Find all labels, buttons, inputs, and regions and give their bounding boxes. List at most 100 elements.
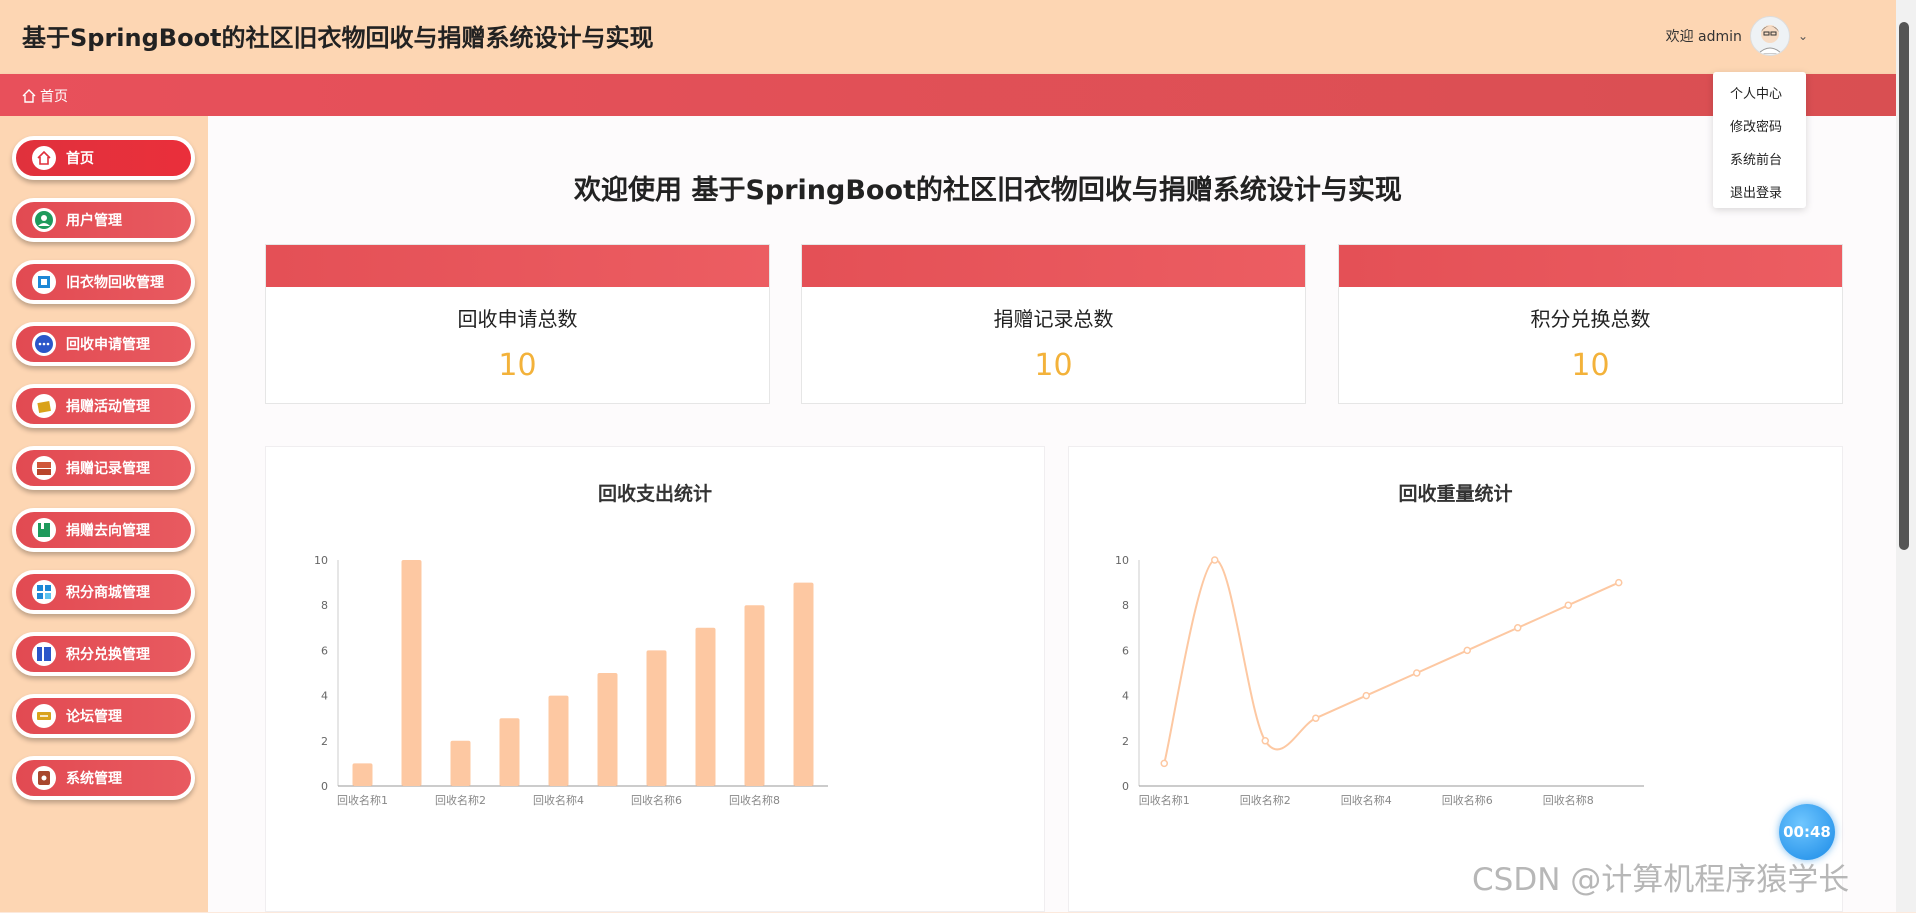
line-point xyxy=(1261,737,1269,745)
stat-label: 回收申请总数 xyxy=(457,307,578,331)
line-point xyxy=(1312,714,1320,722)
sidebar-item-home[interactable]: 首页 xyxy=(12,136,195,180)
sidebar-item-forum[interactable]: 论坛管理 xyxy=(12,694,195,738)
user-dropdown-menu: 个人中心 修改密码 系统前台 退出登录 xyxy=(1713,72,1806,208)
sidebar-item-users[interactable]: 用户管理 xyxy=(12,198,195,242)
sidebar-item-donation-destination[interactable]: 捐赠去向管理 xyxy=(12,508,195,552)
y-tick-label: 0 xyxy=(321,780,328,793)
bar-mark xyxy=(499,718,520,786)
series-line xyxy=(1163,559,1620,764)
grid-icon xyxy=(32,580,56,604)
sidebar-item-donation-record[interactable]: 捐赠记录管理 xyxy=(12,446,195,490)
gift-icon xyxy=(32,394,56,418)
y-tick-label: 4 xyxy=(1122,690,1129,703)
top-header: 基于SpringBoot的社区旧衣物回收与捐赠系统设计与实现 欢迎 admin … xyxy=(0,0,1896,74)
stat-value: 10 xyxy=(1034,348,1073,383)
book-icon xyxy=(32,518,56,542)
line-point xyxy=(1211,556,1219,564)
stat-value: 10 xyxy=(1571,348,1610,383)
y-tick-label: 0 xyxy=(1122,780,1129,793)
sidebar-item-label: 首页 xyxy=(66,151,94,167)
menu-item-logout[interactable]: 退出登录 xyxy=(1713,179,1806,212)
sidebar-item-label: 用户管理 xyxy=(66,213,122,229)
home-icon xyxy=(22,89,36,103)
sidebar-item-points-mall[interactable]: 积分商城管理 xyxy=(12,570,195,614)
more-icon xyxy=(32,332,56,356)
ticket-icon xyxy=(32,704,56,728)
bar-mark xyxy=(450,740,471,786)
sidebar-item-points-exchange[interactable]: 积分兑换管理 xyxy=(12,632,195,676)
bar-mark xyxy=(646,650,667,786)
line-point xyxy=(1413,669,1421,677)
stat-card-header xyxy=(1339,245,1842,287)
sidebar-item-label: 捐赠去向管理 xyxy=(66,523,150,539)
stat-card-header xyxy=(802,245,1305,287)
timer-badge[interactable]: 00:48 xyxy=(1779,804,1835,860)
line-point xyxy=(1463,646,1471,655)
sidebar-item-label: 论坛管理 xyxy=(66,709,122,725)
watermark: CSDN @计算机程序猿学长 xyxy=(1472,862,1850,898)
menu-item-frontend[interactable]: 系统前台 xyxy=(1713,146,1806,179)
bar-chart: 0 2 4 6 8 10 回收名称1 回收名称2 回收名称4 回收名称6 回收名称8 xyxy=(314,554,828,807)
bar-mark xyxy=(744,605,765,786)
x-tick-label: 回收名称1 xyxy=(337,793,388,807)
stat-card-recycle-apply: 回收申请总数 10 xyxy=(265,244,770,404)
bar-mark xyxy=(793,582,814,786)
sidebar-item-label: 旧衣物回收管理 xyxy=(66,275,164,291)
sidebar-item-clothes-recycle[interactable]: 旧衣物回收管理 xyxy=(12,260,195,304)
menu-item-profile[interactable]: 个人中心 xyxy=(1713,80,1806,113)
page-title: 欢迎使用 基于SpringBoot的社区旧衣物回收与捐赠系统设计与实现 xyxy=(574,175,1402,206)
line-point xyxy=(1362,691,1370,700)
menu-item-change-password[interactable]: 修改密码 xyxy=(1713,113,1806,146)
x-tick-label: 回收名称8 xyxy=(1543,793,1594,807)
x-tick-label: 回收名称6 xyxy=(631,793,682,807)
sidebar-item-label: 回收申请管理 xyxy=(66,337,150,353)
sidebar-item-label: 捐赠活动管理 xyxy=(66,399,150,415)
sidebar-item-label: 捐赠记录管理 xyxy=(66,461,150,477)
y-tick-label: 6 xyxy=(321,644,328,657)
sidebar-item-label: 系统管理 xyxy=(66,771,122,787)
stat-card-points-exchange: 积分兑换总数 10 xyxy=(1338,244,1843,404)
welcome-text: 欢迎 admin xyxy=(1665,29,1742,45)
user-menu-trigger[interactable]: 欢迎 admin ⌄ xyxy=(1666,16,1808,56)
sidebar-item-label: 积分商城管理 xyxy=(66,585,150,601)
x-tick-label: 回收名称1 xyxy=(1139,793,1190,807)
y-tick-label: 2 xyxy=(1122,735,1129,748)
user-icon xyxy=(32,208,56,232)
y-tick-label: 10 xyxy=(314,554,328,567)
sidebar-item-label: 积分兑换管理 xyxy=(66,647,150,663)
archive-icon xyxy=(32,456,56,480)
line-point xyxy=(1615,578,1623,587)
sidebar: 首页 用户管理 旧衣物回收管理 回收申请管理 捐赠活动管理 捐赠记录管理 捐赠去… xyxy=(0,116,208,912)
y-tick-label: 6 xyxy=(1122,644,1129,657)
chevron-down-icon[interactable]: ⌄ xyxy=(1798,29,1808,43)
line-point xyxy=(1564,601,1572,609)
sidebar-item-system[interactable]: 系统管理 xyxy=(12,756,195,800)
line-point xyxy=(1514,624,1522,632)
line-chart: 0 2 4 6 8 10 回收名称1 回收名称2 回收名称4 回收名称6 回收名称8 xyxy=(1115,554,1644,807)
stat-card-header xyxy=(266,245,769,287)
y-tick-label: 4 xyxy=(321,690,328,703)
x-tick-label: 回收名称2 xyxy=(435,793,486,807)
chip-icon xyxy=(32,270,56,294)
x-tick-label: 回收名称4 xyxy=(533,793,584,807)
avatar[interactable] xyxy=(1749,16,1790,56)
chart-panel-expense: 回收支出统计 0 2 4 6 8 10 回收名称1 回收名称2 回收名称4 回收名称6 回收名称8 xyxy=(265,446,1045,912)
bar-mark xyxy=(352,763,373,786)
x-tick-label: 回收名称6 xyxy=(1442,793,1493,807)
stat-label: 捐赠记录总数 xyxy=(993,307,1114,331)
stat-card-donation-record: 捐赠记录总数 10 xyxy=(801,244,1306,404)
breadcrumb-bar: 首页 xyxy=(0,74,1896,116)
avatar-icon xyxy=(1757,25,1783,54)
line-point xyxy=(1160,759,1168,768)
breadcrumb-home[interactable]: 首页 xyxy=(40,86,68,106)
stat-label: 积分兑换总数 xyxy=(1530,307,1651,331)
breadcrumb[interactable]: 首页 xyxy=(22,86,68,106)
bar-mark xyxy=(401,560,422,786)
sidebar-item-recycle-apply[interactable]: 回收申请管理 xyxy=(12,322,195,366)
sidebar-item-donation-activity[interactable]: 捐赠活动管理 xyxy=(12,384,195,428)
y-tick-label: 2 xyxy=(321,735,328,748)
y-tick-label: 8 xyxy=(321,599,328,612)
stat-value: 10 xyxy=(498,348,537,383)
scrollbar-thumb[interactable] xyxy=(1899,22,1909,550)
